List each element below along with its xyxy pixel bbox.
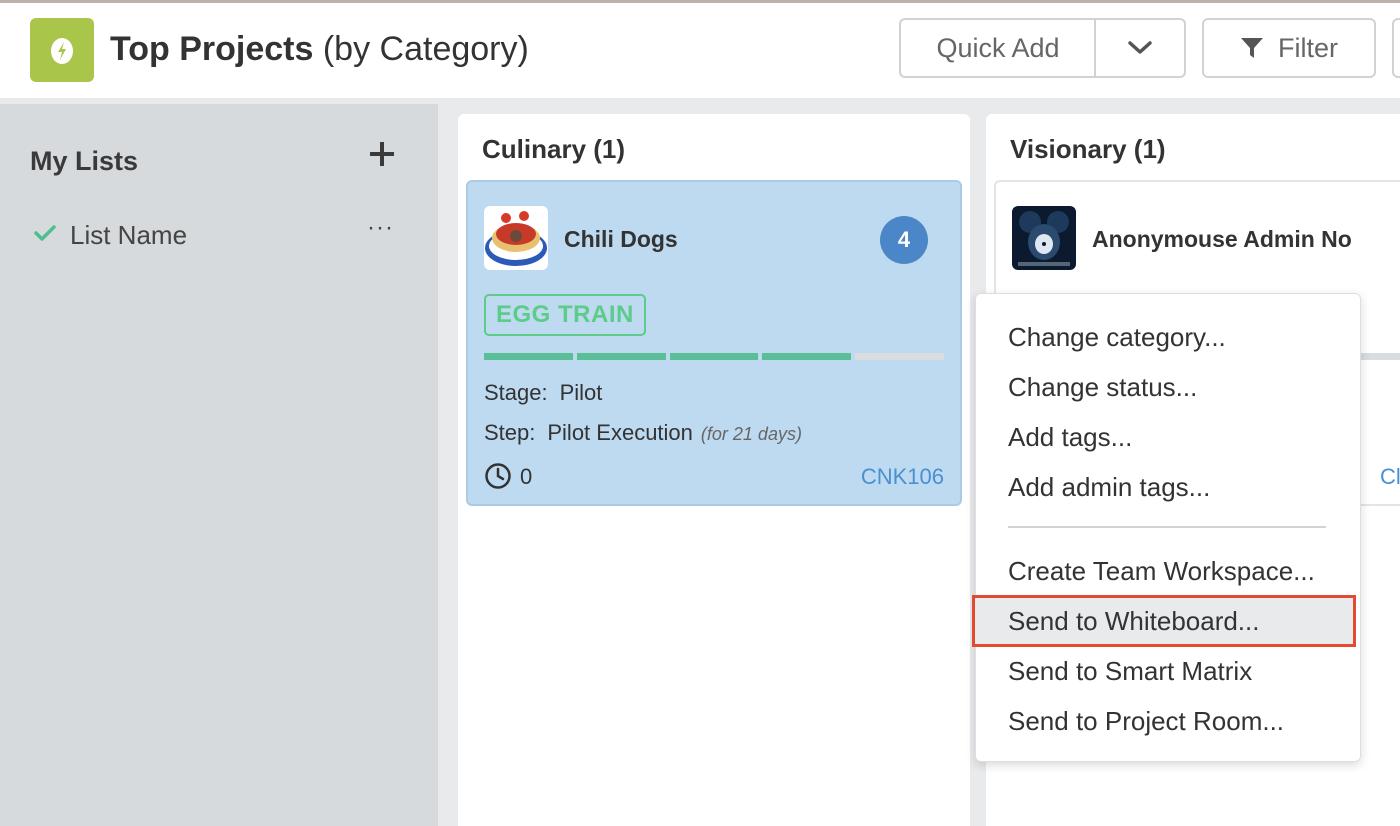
project-code-link[interactable]: CNK106 xyxy=(861,464,944,490)
time-count: 0 xyxy=(520,464,533,489)
sidebar: My Lists List Name ··· xyxy=(0,104,438,826)
menu-item-add-admin-tags[interactable]: Add admin tags... xyxy=(1008,472,1210,503)
quick-add-button[interactable]: Quick Add xyxy=(899,18,1095,78)
sidebar-item-label: List Name xyxy=(70,220,188,250)
project-card-chili-dogs[interactable]: Chili Dogs 4 EGG TRAIN Stage: Pilot Step:… xyxy=(466,180,962,506)
menu-separator xyxy=(1008,526,1326,528)
sidebar-item-list-name[interactable]: List Name ··· xyxy=(30,214,410,254)
menu-item-create-team-workspace[interactable]: Create Team Workspace... xyxy=(1008,556,1315,587)
stage-value: Pilot xyxy=(559,380,603,405)
add-list-icon[interactable] xyxy=(370,142,394,166)
project-name: Chili Dogs xyxy=(564,226,678,252)
menu-item-send-to-whiteboard[interactable]: Send to Whiteboard... xyxy=(1008,606,1259,637)
step-value: Pilot Execution xyxy=(547,420,693,445)
progress-segment xyxy=(484,353,573,360)
app-logo[interactable] xyxy=(30,18,94,82)
check-icon xyxy=(34,225,56,241)
progress-segment xyxy=(669,353,759,360)
stage-label: Stage: xyxy=(484,380,548,405)
project-name: Anonymouse Admin No xyxy=(1092,226,1352,252)
lightbulb-icon xyxy=(51,38,73,64)
count-badge[interactable]: 4 xyxy=(880,216,928,264)
context-menu: Change category... Change status... Add … xyxy=(972,293,1361,762)
clock-icon xyxy=(485,463,511,489)
menu-item-change-category[interactable]: Change category... xyxy=(1008,322,1226,353)
project-tag[interactable]: EGG TRAIN xyxy=(484,294,646,336)
project-thumbnail xyxy=(1012,206,1076,270)
page-title: Top Projects (by Category) xyxy=(110,30,529,69)
app-header: Top Projects (by Category) Quick Add Fil… xyxy=(0,3,1400,98)
progress-segment xyxy=(762,353,852,360)
funnel-icon xyxy=(1241,38,1263,58)
menu-item-change-status[interactable]: Change status... xyxy=(1008,372,1197,403)
page-title-main: Top Projects xyxy=(110,30,314,68)
project-code-link[interactable]: Cl xyxy=(1380,464,1400,490)
stage-progress-bar xyxy=(1356,353,1400,360)
filter-label: Filter xyxy=(1278,32,1338,63)
progress-segment xyxy=(855,353,944,360)
stage-progress-bar xyxy=(484,353,944,360)
step-label: Step: xyxy=(484,420,536,445)
chevron-down-icon xyxy=(1128,41,1152,54)
step-field: Step: Pilot Execution (for 21 days) xyxy=(484,420,802,446)
quick-add-label: Quick Add xyxy=(936,32,1060,63)
page-title-suffix: (by Category) xyxy=(313,30,529,68)
menu-item-send-to-smart-matrix[interactable]: Send to Smart Matrix xyxy=(1008,656,1252,687)
stage-field: Stage: Pilot xyxy=(484,380,602,406)
my-lists-title: My Lists xyxy=(30,146,139,176)
column-title: Visionary (1) xyxy=(1010,134,1166,164)
project-thumbnail xyxy=(484,206,548,270)
step-duration: (for 21 days) xyxy=(700,424,802,444)
menu-item-send-to-project-room[interactable]: Send to Project Room... xyxy=(1008,706,1284,737)
header-overflow-button[interactable] xyxy=(1392,18,1400,78)
more-options-icon[interactable]: ··· xyxy=(367,214,394,242)
progress-segment xyxy=(576,353,666,360)
quick-add-dropdown-button[interactable] xyxy=(1094,18,1186,78)
column-title: Culinary (1) xyxy=(482,134,626,164)
menu-item-add-tags[interactable]: Add tags... xyxy=(1008,422,1132,453)
filter-button[interactable]: Filter xyxy=(1202,18,1376,78)
